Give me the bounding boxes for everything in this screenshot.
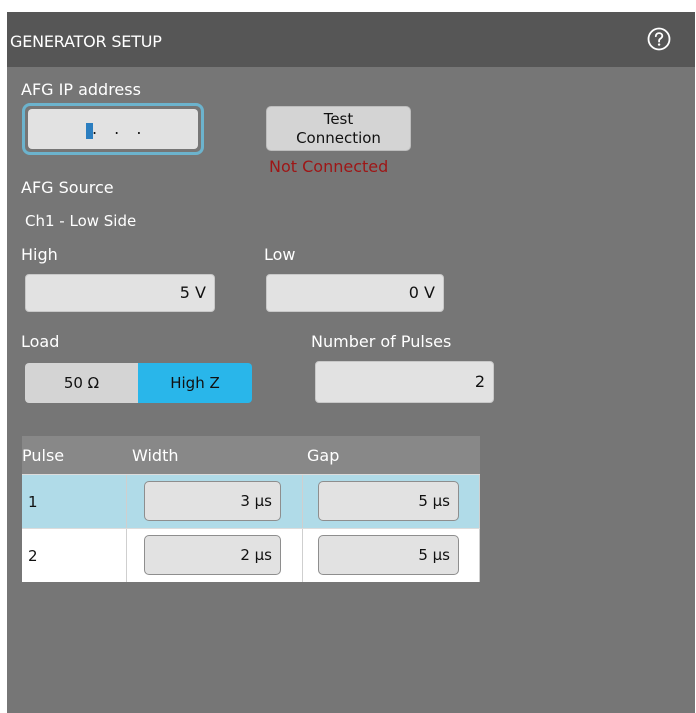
load-toggle: 50 Ω High Z: [25, 363, 252, 403]
load-high-z-option[interactable]: High Z: [138, 363, 252, 403]
pulse-gap-input[interactable]: 5 µs: [318, 535, 459, 575]
panel-title: GENERATOR SETUP: [10, 32, 162, 51]
afg-ip-input-box[interactable]: . . .: [28, 109, 198, 149]
number-of-pulses-label: Number of Pulses: [311, 332, 452, 351]
high-label: High: [21, 245, 58, 264]
number-of-pulses-input[interactable]: 2: [315, 361, 494, 403]
afg-ip-label: AFG IP address: [21, 80, 141, 99]
column-header-gap: Gap: [307, 446, 340, 465]
afg-source-value: Ch1 - Low Side: [25, 212, 137, 230]
table-row[interactable]: 1 3 µs 5 µs: [22, 474, 480, 528]
help-icon[interactable]: [647, 27, 671, 51]
pulse-number: 1: [28, 493, 38, 511]
column-header-pulse: Pulse: [22, 446, 65, 465]
test-connection-label-line2: Connection: [296, 129, 381, 147]
test-connection-button[interactable]: Test Connection: [266, 106, 411, 151]
generator-setup-panel: GENERATOR SETUP AFG IP address . . . Tes…: [7, 12, 695, 713]
load-50-ohm-option[interactable]: 50 Ω: [25, 363, 138, 403]
test-connection-label-line1: Test: [323, 110, 354, 128]
table-header: Pulse Width Gap: [22, 436, 480, 474]
afg-ip-input[interactable]: . . .: [22, 103, 204, 155]
connection-status: Not Connected: [269, 157, 389, 176]
pulse-width-input[interactable]: 3 µs: [144, 481, 281, 521]
afg-source-label: AFG Source: [21, 178, 114, 197]
low-label: Low: [264, 245, 296, 264]
high-input[interactable]: 5 V: [25, 274, 215, 312]
pulse-number: 2: [28, 547, 38, 565]
pulse-gap-input[interactable]: 5 µs: [318, 481, 459, 521]
column-header-width: Width: [132, 446, 179, 465]
afg-ip-value: . . .: [92, 119, 148, 138]
table-row[interactable]: 2 2 µs 5 µs: [22, 528, 480, 582]
pulse-width-input[interactable]: 2 µs: [144, 535, 281, 575]
load-label: Load: [21, 332, 60, 351]
title-bar: GENERATOR SETUP: [7, 12, 695, 67]
low-input[interactable]: 0 V: [266, 274, 444, 312]
pulse-table: Pulse Width Gap 1 3 µs 5 µs 2 2 µs 5 µs: [22, 436, 480, 582]
